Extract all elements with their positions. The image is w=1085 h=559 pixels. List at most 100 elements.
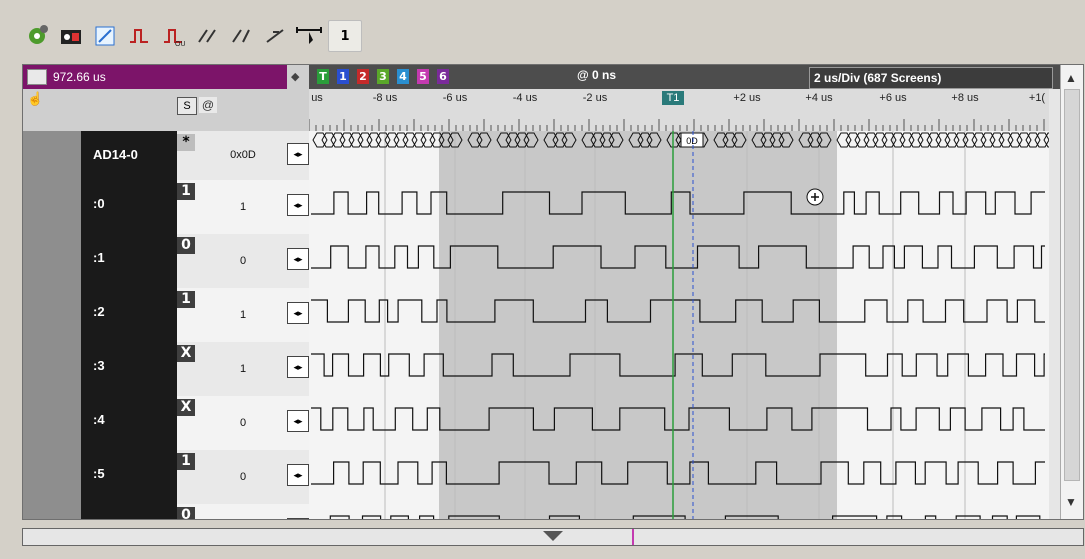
channel-name-cell[interactable]: :5 [81,450,177,504]
nav-arrows-icon[interactable]: ◂▸ [287,410,309,432]
marker-6[interactable]: 6 [437,69,449,84]
row-gutter [23,180,81,234]
toolbar: OUT 1 [22,18,362,54]
channel-trigger[interactable]: 1 [177,291,195,308]
channel-value: 0 [239,255,247,267]
row-gutter [23,131,81,180]
edge-next-icon[interactable] [226,21,256,51]
channel-name: :5 [93,466,105,481]
time-ruler: us -8 us -6 us -4 us -2 us T1 +2 us +4 us +6 us +… [309,89,1049,131]
marker-2[interactable]: 2 [357,69,369,84]
nav-arrows-icon[interactable]: ◂▸ [287,194,309,216]
at-icon[interactable]: @ [199,97,217,113]
channel-name-cell[interactable]: :0 [81,180,177,234]
ruler-label: +4 us [805,92,833,104]
channel-name: :0 [93,196,105,211]
time-header: 972.66 us [23,65,287,89]
edge-prev-icon[interactable] [192,21,222,51]
ruler-label: +8 us [951,92,979,104]
marker-bar: T 1 2 3 4 5 6 @ 0 ns 2 us/Div (687 Scree… [309,65,1083,89]
channel-trigger[interactable]: X [177,399,195,416]
bus-value: 0x0D [230,149,256,161]
channel-value: 1 [239,201,247,213]
scroll-up-icon[interactable]: ▲ [1065,71,1077,85]
channel-value: 0 [239,417,247,429]
nav-arrows-icon[interactable]: ◂▸ [287,518,309,519]
ruler-label: -2 us [583,92,608,104]
channel-value: 1 [239,363,247,375]
count-label[interactable]: 1 [328,20,362,52]
edge-both-icon[interactable] [260,21,290,51]
bus-name-cell[interactable]: AD14-0 [81,131,177,180]
settings-gear-icon[interactable] [22,21,52,51]
row-gutter [23,396,81,450]
channel-name: :2 [93,304,105,319]
ruler-label: -4 us [513,92,538,104]
scroll-thumb[interactable] [1064,89,1080,481]
scroll-down-icon[interactable]: ▼ [1065,495,1077,509]
trigger-position-icon[interactable] [543,531,563,541]
channel-value: 0 [239,471,247,483]
waveform-area[interactable]: 0D [309,131,1059,519]
waveform-panel: 972.66 us ◆ T 1 2 3 4 5 6 @ 0 ns 2 us/Di… [22,64,1084,520]
pulse-out-icon[interactable]: OUT [158,21,188,51]
row-gutter [23,504,81,519]
channel-value: 1 [239,309,247,321]
nav-arrows-icon[interactable]: ◂▸ [287,143,309,165]
record-icon[interactable] [56,21,86,51]
vertical-scrollbar[interactable]: ▲ ▼ [1060,65,1083,519]
channel-name-cell[interactable]: :4 [81,396,177,450]
channel-trigger[interactable]: 0 [177,237,195,254]
marker-1[interactable]: 1 [337,69,349,84]
ruler-label: us [311,92,323,104]
channel-value: 0 [199,504,287,519]
ruler-label: +1( [1029,92,1046,104]
channel-name-cell[interactable]: :2 [81,288,177,342]
timebase-label[interactable]: 2 us/Div (687 Screens) [809,67,1053,89]
ruler-label: +2 us [733,92,761,104]
cursor-measure-icon[interactable] [294,21,324,51]
marker-4[interactable]: 4 [397,69,409,84]
channel-name: :1 [93,250,105,265]
nav-arrows-icon[interactable]: ◂▸ [287,356,309,378]
marker-t[interactable]: T [317,69,329,84]
channel-trigger[interactable]: 1 [177,453,195,470]
nav-arrows-icon[interactable]: ◂▸ [287,248,309,270]
ruler-label: -6 us [443,92,468,104]
channel-name-cell[interactable]: :1 [81,234,177,288]
logic-analyzer-window: OUT 1 972.66 us ◆ T 1 2 3 4 5 6 @ 0 [0,0,1085,559]
channel-trigger[interactable]: X [177,345,195,362]
channel-name-cell[interactable]: :3 [81,342,177,396]
swap-area: ◆ [287,65,309,89]
mouse-icon[interactable]: ☝ [27,91,43,107]
clock-icon[interactable] [27,69,47,85]
cursor-time: @ 0 ns [577,68,617,82]
ruler-label: -8 us [373,92,398,104]
row-gutter [23,450,81,504]
elapsed-time: 972.66 us [53,70,106,84]
channel-name-cell[interactable]: :6 [81,504,177,519]
row-gutter [23,342,81,396]
pulse-trigger-icon[interactable] [124,21,154,51]
channel-name: :4 [93,412,105,427]
horizontal-scrollbar[interactable] [22,528,1084,546]
bus-trigger[interactable]: * [177,134,195,151]
svg-text:OUT: OUT [175,41,185,48]
bus-name: AD14-0 [93,147,138,162]
channel-trigger[interactable]: 1 [177,183,195,200]
ruler-label: +6 us [879,92,907,104]
ruler-label: T1 [667,92,680,104]
nav-arrows-icon[interactable]: ◂▸ [287,464,309,486]
bus-marker-value: 0D [686,136,698,146]
marker-5[interactable]: 5 [417,69,429,84]
zoom-fit-icon[interactable] [90,21,120,51]
row-gutter [23,288,81,342]
channel-trigger[interactable]: 0 [177,507,195,519]
trigger-icon[interactable]: S [177,97,197,115]
row-gutter [23,234,81,288]
channel-name: :3 [93,358,105,373]
marker-3[interactable]: 3 [377,69,389,84]
nav-arrows-icon[interactable]: ◂▸ [287,302,309,324]
selection-shade [439,131,837,519]
swap-icon[interactable]: ◆ [291,70,299,83]
